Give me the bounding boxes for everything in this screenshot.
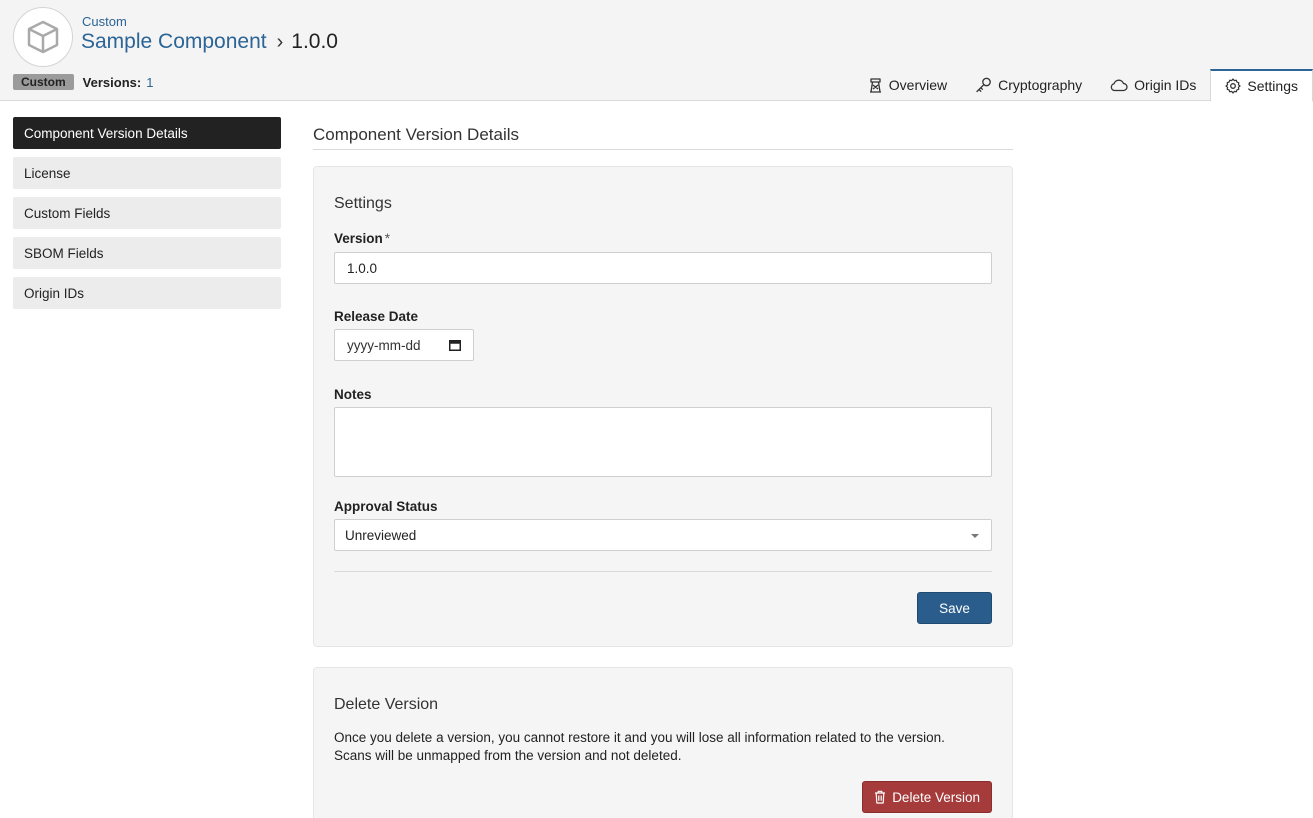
breadcrumb-parent-link[interactable]: Custom	[82, 14, 127, 29]
cube-icon	[27, 20, 59, 54]
settings-sidebar: Component Version Details License Custom…	[13, 117, 281, 317]
notes-field-group: Notes	[334, 387, 992, 477]
sidebar-item-custom-fields[interactable]: Custom Fields	[13, 197, 281, 229]
sidebar-item-component-version-details[interactable]: Component Version Details	[13, 117, 281, 149]
cloud-icon	[1110, 79, 1128, 92]
tab-label: Cryptography	[998, 77, 1083, 93]
required-marker: *	[384, 231, 391, 246]
main-content: Component Version Details Settings Versi…	[313, 117, 1013, 818]
page-header: Custom Sample Component › 1.0.0 Custom V…	[0, 0, 1313, 102]
release-date-label: Release Date	[334, 309, 419, 324]
chevron-right-icon: ›	[276, 30, 284, 53]
tab-bar: Overview Cryptography Origin IDs Setting…	[854, 69, 1313, 102]
gear-icon	[1225, 78, 1242, 94]
tab-overview[interactable]: Overview	[854, 69, 961, 101]
tab-origin-ids[interactable]: Origin IDs	[1096, 69, 1210, 101]
version-field-group: Version * 1.0.0	[334, 231, 992, 284]
key-icon	[976, 77, 991, 93]
type-badge: Custom	[13, 74, 74, 90]
notes-textarea[interactable]	[334, 407, 992, 477]
tab-label: Origin IDs	[1134, 77, 1197, 93]
settings-title: Settings	[334, 195, 392, 212]
version-label: Version *	[334, 231, 391, 246]
section-title: Component Version Details	[313, 117, 1013, 150]
delete-description-line2: Scans will be unmapped from the version …	[334, 748, 682, 763]
release-date-field-group: Release Date yyyy-mm-dd	[334, 309, 992, 361]
notes-label: Notes	[334, 387, 372, 402]
delete-version-label: Delete Version	[892, 789, 980, 805]
delete-description: Once you delete a version, you cannot re…	[334, 729, 992, 765]
sidebar-item-origin-ids[interactable]: Origin IDs	[13, 277, 281, 309]
release-date-placeholder: yyyy-mm-dd	[347, 337, 421, 353]
component-meta: Custom Versions: 1	[13, 74, 153, 90]
component-avatar	[13, 7, 73, 67]
component-name-link[interactable]: Sample Component	[81, 30, 267, 54]
delete-version-title: Delete Version	[334, 696, 439, 713]
tab-settings[interactable]: Settings	[1210, 69, 1313, 102]
version-input[interactable]: 1.0.0	[334, 252, 992, 284]
approval-status-value: Unreviewed	[345, 527, 417, 543]
versions-count-link[interactable]: 1	[146, 75, 153, 90]
sidebar-item-license[interactable]: License	[13, 157, 281, 189]
delete-version-button[interactable]: Delete Version	[862, 781, 992, 813]
approval-status-label: Approval Status	[334, 499, 438, 514]
tab-cryptography[interactable]: Cryptography	[961, 69, 1096, 101]
version-title: 1.0.0	[291, 30, 338, 53]
save-button[interactable]: Save	[917, 592, 992, 624]
chevron-down-icon	[971, 534, 979, 538]
sidebar-item-sbom-fields[interactable]: SBOM Fields	[13, 237, 281, 269]
versions-label: Versions:	[82, 74, 142, 90]
tab-label: Overview	[888, 77, 948, 93]
calendar-icon[interactable]	[449, 339, 461, 351]
settings-card: Settings Version * 1.0.0 Release Date yyy…	[313, 166, 1013, 647]
delete-description-line1: Once you delete a version, you cannot re…	[334, 730, 945, 745]
tower-icon	[869, 78, 881, 93]
delete-version-card: Delete Version Once you delete a version…	[313, 667, 1013, 818]
page-title: Sample Component › 1.0.0	[81, 30, 338, 54]
release-date-input[interactable]: yyyy-mm-dd	[334, 329, 474, 361]
approval-status-select[interactable]: Unreviewed	[334, 519, 992, 551]
trash-icon	[875, 790, 886, 804]
form-divider	[334, 571, 992, 572]
approval-field-group: Approval Status Unreviewed	[334, 499, 992, 551]
tab-label: Settings	[1247, 78, 1298, 94]
